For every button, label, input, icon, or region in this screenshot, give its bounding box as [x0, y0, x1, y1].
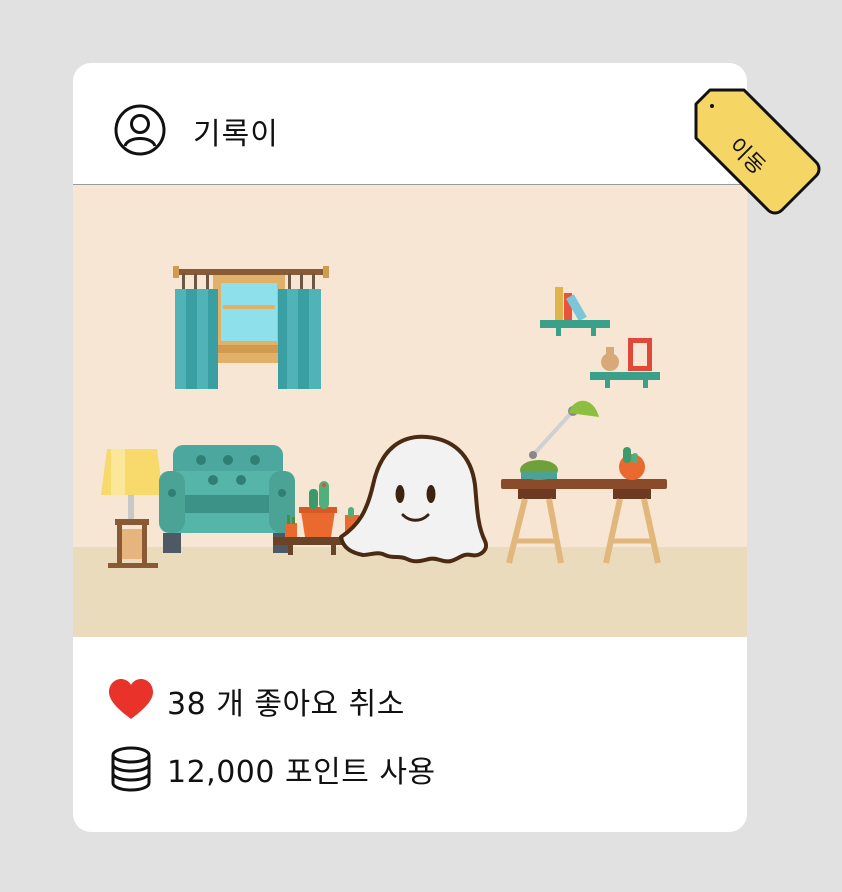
post-header: 기록이 [73, 63, 747, 185]
post-stats: 38 개 좋아요 취소 12,000 포인트 사용 [73, 637, 747, 832]
post-card: 기록이 38 개 좋아요 취소 12,000 포인트 사용 [73, 63, 747, 832]
points-row: 12,000 포인트 사용 [107, 744, 436, 794]
username[interactable]: 기록이 [193, 109, 279, 153]
price-tag-badge[interactable]: 이동 [690, 86, 822, 218]
heart-icon[interactable] [107, 677, 155, 725]
points-text[interactable]: 12,000 포인트 사용 [167, 747, 436, 791]
coin-stack-icon [111, 746, 151, 792]
like-row: 38 개 좋아요 취소 [107, 676, 405, 726]
like-count-text[interactable]: 38 개 좋아요 취소 [167, 679, 405, 723]
user-avatar-icon[interactable] [113, 103, 167, 157]
post-image[interactable] [73, 185, 747, 637]
